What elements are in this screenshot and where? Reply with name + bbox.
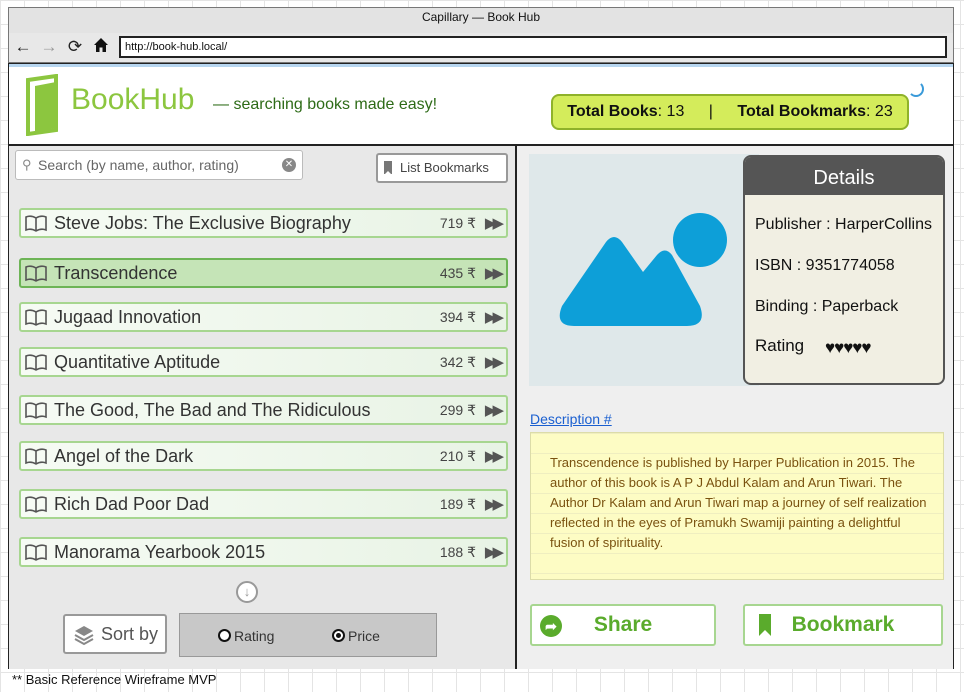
url-bar[interactable]: http://book-hub.local/ (119, 36, 947, 58)
book-row[interactable]: Quantitative Aptitude 342 ₹ ▶▶ (19, 347, 508, 377)
fast-forward-icon[interactable]: ▶▶ (485, 543, 504, 561)
search-input[interactable] (38, 154, 278, 176)
book-title: Angel of the Dark (54, 446, 194, 466)
reload-icon[interactable]: ⟳ (65, 37, 85, 57)
tagline: — searching books made easy! (213, 96, 438, 113)
totals-separator: | (708, 103, 713, 120)
share-label: Share (593, 613, 653, 636)
open-book-icon (25, 448, 47, 465)
totals-badge: Total Books: 13 | Total Bookmarks: 23 (551, 94, 909, 130)
bookmark-label: Bookmark (791, 613, 895, 636)
book-title: Manorama Yearbook 2015 (54, 542, 266, 562)
bookmark-icon (384, 161, 392, 175)
clear-search-icon[interactable]: ✕ (282, 158, 296, 172)
book-price: 342 ₹ (439, 354, 476, 370)
sort-by-button[interactable]: Sort by (63, 614, 167, 654)
fast-forward-icon[interactable]: ▶▶ (485, 214, 504, 232)
sort-rating-radio[interactable] (218, 629, 231, 642)
bookmark-icon (759, 614, 771, 636)
scroll-down-icon[interactable]: ↓ (236, 581, 258, 603)
open-book-icon (25, 215, 47, 232)
sort-rating-label: Rating (234, 628, 275, 644)
app-header: BookHub — searching books made easy! Tot… (9, 64, 953, 146)
book-detail-panel: Details Publisher : HarperCollins ISBN :… (517, 146, 953, 669)
list-bookmarks-button[interactable]: List Bookmarks (376, 153, 508, 183)
publisher-text: Publisher : HarperCollins (755, 216, 932, 233)
sort-price-label: Price (348, 628, 380, 644)
fast-forward-icon[interactable]: ▶▶ (485, 401, 504, 419)
fast-forward-icon[interactable]: ▶▶ (485, 308, 504, 326)
open-book-icon (25, 402, 47, 419)
book-price: 719 ₹ (439, 215, 476, 231)
bookmark-button[interactable]: Bookmark (743, 604, 943, 646)
book-title: Steve Jobs: The Exclusive Biography (54, 213, 351, 233)
book-price: 299 ₹ (439, 402, 476, 418)
book-row[interactable]: Manorama Yearbook 2015 188 ₹ ▶▶ (19, 537, 508, 567)
rating-label: Rating (755, 336, 805, 355)
share-button[interactable]: ➦ Share (530, 604, 716, 646)
total-bookmarks-value: : 23 (866, 103, 893, 120)
details-heading: Details (745, 157, 943, 195)
details-card: Details Publisher : HarperCollins ISBN :… (743, 155, 945, 385)
fast-forward-icon[interactable]: ▶▶ (485, 264, 504, 282)
book-title: Quantitative Aptitude (54, 352, 221, 372)
sort-options: Rating Price (179, 613, 437, 657)
browser-navbar: ← → ⟳ http://book-hub.local/ (8, 33, 954, 63)
window-titlebar: Capillary — Book Hub (8, 7, 954, 33)
footer-note: ** Basic Reference Wireframe MVP (12, 672, 217, 687)
image-placeholder-icon (559, 213, 727, 326)
book-row[interactable]: Jugaad Innovation 394 ₹ ▶▶ (19, 302, 508, 332)
fast-forward-icon[interactable]: ▶▶ (485, 447, 504, 465)
home-icon[interactable] (91, 37, 111, 57)
rating-hearts-icon: ♥♥♥♥♥ (825, 338, 871, 357)
book-title: Rich Dad Poor Dad (54, 494, 210, 514)
book-title: The Good, The Bad and The Ridiculous (54, 400, 371, 420)
book-price: 435 ₹ (439, 265, 476, 281)
book-price: 189 ₹ (439, 496, 476, 512)
share-icon: ➦ (540, 615, 562, 637)
book-price: 210 ₹ (439, 448, 476, 464)
loading-spinner-icon (908, 81, 924, 97)
sort-by-label: Sort by (101, 624, 159, 644)
description-link[interactable]: Description # (530, 411, 612, 427)
open-book-icon (25, 265, 47, 282)
description-text: Transcendence is published by Harper Pub… (550, 455, 927, 550)
description-box: Transcendence is published by Harper Pub… (530, 432, 944, 580)
bookhub-logo-icon (26, 74, 58, 136)
book-row[interactable]: The Good, The Bad and The Ridiculous 299 … (19, 395, 508, 425)
book-title: Transcendence (54, 263, 178, 283)
forward-icon[interactable]: → (39, 37, 59, 57)
total-bookmarks-label: Total Bookmarks (737, 103, 867, 120)
binding-text: Binding : Paperback (755, 298, 899, 315)
open-book-icon (25, 354, 47, 371)
search-icon: ⚲ (22, 157, 32, 172)
sort-price-radio[interactable] (332, 629, 345, 642)
book-row[interactable]: Steve Jobs: The Exclusive Biography 719 ₹… (19, 208, 508, 238)
isbn-text: ISBN : 9351774058 (755, 257, 895, 274)
open-book-icon (25, 544, 47, 561)
book-row[interactable]: Rich Dad Poor Dad 189 ₹ ▶▶ (19, 489, 508, 519)
fast-forward-icon[interactable]: ▶▶ (485, 353, 504, 371)
layers-icon (74, 626, 94, 646)
book-price: 188 ₹ (439, 544, 476, 560)
total-books-label: Total Books (567, 103, 658, 120)
back-icon[interactable]: ← (13, 37, 33, 57)
list-bookmarks-label: List Bookmarks (400, 160, 489, 175)
logo-text[interactable]: BookHub (71, 83, 194, 117)
book-row[interactable]: Transcendence 435 ₹ ▶▶ (19, 258, 508, 288)
book-row[interactable]: Angel of the Dark 210 ₹ ▶▶ (19, 441, 508, 471)
book-list-panel: ⚲ ✕ List Bookmarks Steve Jobs: The Exclu… (9, 146, 517, 669)
book-cover-placeholder (529, 154, 759, 386)
total-books-value: : 13 (657, 103, 685, 120)
book-price: 394 ₹ (439, 309, 476, 325)
search-box: ⚲ ✕ (15, 150, 303, 180)
window-title: Capillary — Book Hub (421, 10, 541, 24)
book-title: Jugaad Innovation (54, 307, 202, 327)
open-book-icon (25, 309, 47, 326)
open-book-icon (25, 496, 47, 513)
fast-forward-icon[interactable]: ▶▶ (485, 495, 504, 513)
